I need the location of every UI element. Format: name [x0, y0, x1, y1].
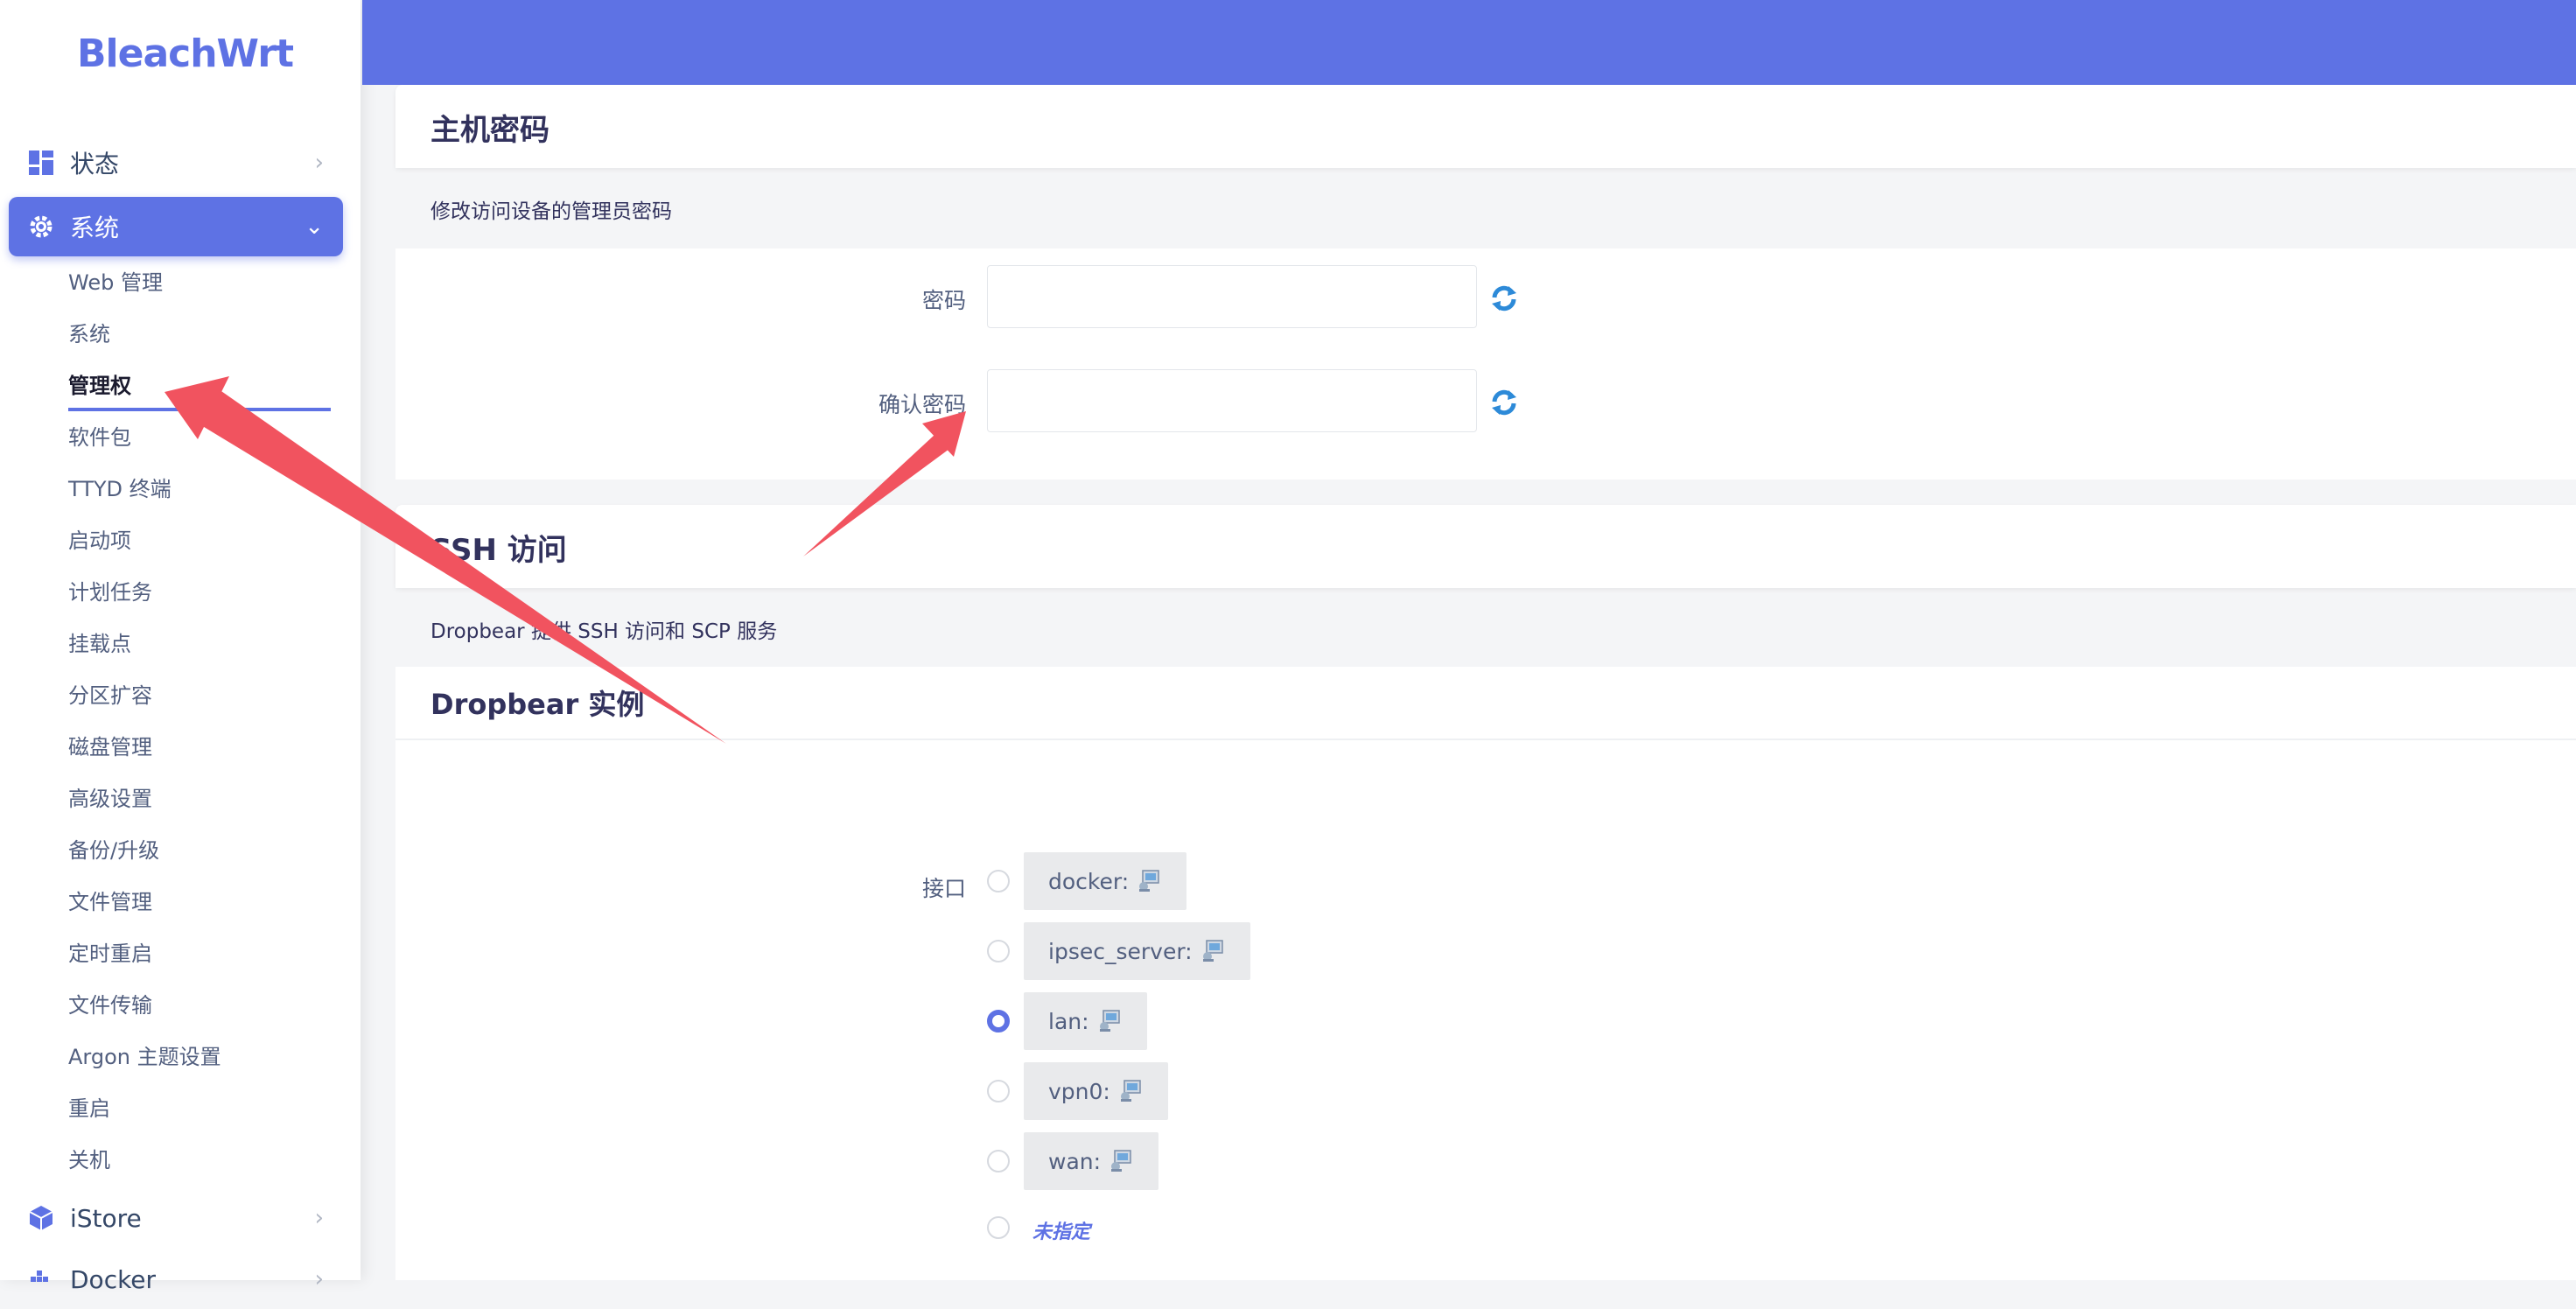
- ssh-section-description: Dropbear 提供 SSH 访问和 SCP 服务: [430, 620, 778, 643]
- dropbear-instance-panel: Dropbear 实例: [396, 667, 2576, 1280]
- network-icon: [1099, 1010, 1120, 1032]
- interface-option[interactable]: vpn0:: [1024, 1062, 1168, 1120]
- sidebar-sub-item[interactable]: 启动项: [68, 523, 131, 558]
- sidebar-sub-item[interactable]: 定时重启: [68, 936, 152, 971]
- nav-item-docker[interactable]: Docker ›: [9, 1250, 343, 1309]
- interface-radio[interactable]: [987, 1150, 1010, 1172]
- sidebar-sub-item[interactable]: 文件传输: [68, 988, 152, 1023]
- nav-label-docker: Docker: [70, 1264, 157, 1294]
- sidebar-sub-item[interactable]: 管理权: [68, 368, 131, 403]
- nav-item-istore[interactable]: iStore ›: [9, 1188, 343, 1248]
- sidebar-sub-item[interactable]: Argon 主题设置: [68, 1040, 221, 1074]
- interface-name: ipsec_server:: [1048, 938, 1193, 964]
- confirm-password-input[interactable]: [987, 369, 1477, 432]
- interface-option[interactable]: lan:: [1024, 992, 1147, 1050]
- network-icon: [1120, 1080, 1141, 1102]
- interface-name: docker:: [1048, 868, 1130, 894]
- dashboard-icon: [26, 148, 56, 178]
- gear-icon: [26, 212, 56, 242]
- interface-option[interactable]: wan:: [1024, 1132, 1159, 1190]
- chevron-down-icon: ⌄: [304, 214, 324, 240]
- interface-name: vpn0:: [1048, 1078, 1110, 1104]
- interface-option[interactable]: docker:: [1024, 852, 1187, 910]
- sidebar-sub-item[interactable]: 分区扩容: [68, 678, 152, 713]
- sidebar-sub-item[interactable]: 软件包: [68, 420, 131, 455]
- sidebar-sub-item[interactable]: 关机: [68, 1143, 110, 1178]
- active-sub-underline: [68, 408, 331, 411]
- interface-radio[interactable]: [987, 1010, 1010, 1032]
- header-band: [362, 0, 2576, 85]
- sidebar-sub-item[interactable]: 重启: [68, 1091, 110, 1126]
- docker-icon: [26, 1264, 56, 1294]
- sidebar: BleachWrt 状态 › 系统 ⌄ iStore › Docker › We…: [0, 0, 360, 1294]
- interface-option[interactable]: ipsec_server:: [1024, 922, 1250, 980]
- dropbear-instance-title: Dropbear 实例: [430, 688, 645, 721]
- ssh-section-header: SSH 访问: [396, 505, 2576, 588]
- sidebar-sub-item[interactable]: 计划任务: [68, 575, 152, 610]
- password-label: 密码: [921, 288, 966, 313]
- nav-item-system[interactable]: 系统 ⌄: [9, 197, 343, 256]
- sidebar-sub-item[interactable]: 高级设置: [68, 781, 152, 816]
- refresh-icon[interactable]: [1489, 284, 1519, 313]
- chevron-right-icon: ›: [314, 1205, 324, 1231]
- interface-radio[interactable]: [987, 940, 1010, 962]
- unspecified-label: 未指定: [1032, 1222, 1091, 1243]
- sidebar-sub-item[interactable]: TTYD 终端: [68, 472, 172, 507]
- divider: [396, 738, 2576, 740]
- interface-name: lan:: [1048, 1008, 1089, 1034]
- interface-label: 接口: [921, 876, 966, 901]
- password-section-header: 主机密码: [396, 85, 2576, 168]
- refresh-icon[interactable]: [1489, 388, 1519, 417]
- interface-name: wan:: [1048, 1148, 1102, 1174]
- interface-radio[interactable]: [987, 870, 1010, 892]
- sidebar-sub-item[interactable]: 系统: [68, 317, 110, 352]
- chevron-right-icon: ›: [314, 1266, 324, 1292]
- confirm-password-label: 确认密码: [878, 392, 966, 417]
- radio-unspecified[interactable]: [987, 1216, 1010, 1239]
- sidebar-sub-item[interactable]: 磁盘管理: [68, 730, 152, 765]
- password-section-description: 修改访问设备的管理员密码: [430, 200, 672, 223]
- password-section-title: 主机密码: [430, 113, 550, 148]
- interface-radio[interactable]: [987, 1080, 1010, 1102]
- network-icon: [1111, 1150, 1131, 1172]
- ssh-section-title: SSH 访问: [430, 533, 567, 568]
- nav-label-status: 状态: [70, 150, 120, 178]
- nav-label-system: 系统: [70, 214, 120, 242]
- sidebar-sub-item[interactable]: Web 管理: [68, 265, 163, 300]
- sidebar-sub-item[interactable]: 备份/升级: [68, 833, 159, 868]
- sidebar-sub-item[interactable]: 挂载点: [68, 626, 131, 662]
- chevron-right-icon: ›: [314, 150, 324, 176]
- network-icon: [1139, 870, 1159, 892]
- cube-icon: [26, 1203, 56, 1233]
- network-icon: [1202, 940, 1223, 962]
- password-input[interactable]: [987, 265, 1477, 328]
- sidebar-sub-item[interactable]: 文件管理: [68, 885, 152, 920]
- nav-label-istore: iStore: [70, 1203, 142, 1233]
- nav-item-status[interactable]: 状态 ›: [9, 133, 343, 192]
- brand-logo[interactable]: BleachWrt: [77, 32, 294, 76]
